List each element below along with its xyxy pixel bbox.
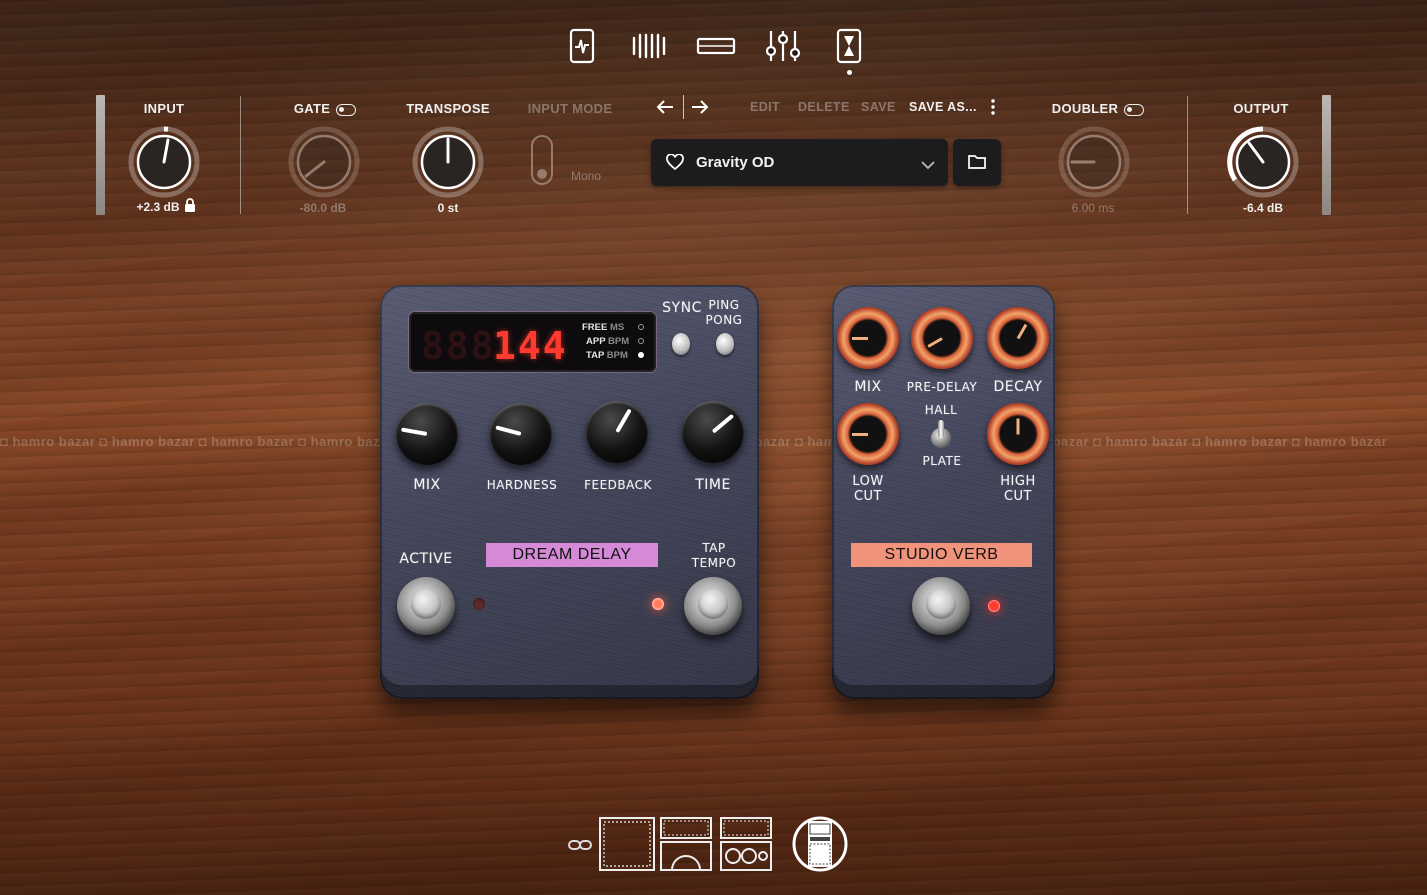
combo-amp-icon[interactable]: [599, 817, 655, 876]
preset-folder-button[interactable]: [953, 139, 1001, 186]
display-digits: 144: [493, 324, 568, 368]
divider: [1187, 96, 1188, 214]
input-mode-label: INPUT MODE: [527, 101, 613, 116]
output-level-meter: [1322, 95, 1331, 215]
verb-low-cut-knob[interactable]: [837, 403, 899, 465]
verb-led: [988, 600, 1000, 612]
verb-pre-delay-knob[interactable]: [911, 307, 973, 369]
gate-value: -80.0 dB: [299, 201, 347, 215]
folder-icon: [968, 154, 986, 174]
verb-pre-delay-label: PRE-DELAY: [906, 380, 978, 394]
transpose-label: TRANSPOSE: [406, 101, 490, 116]
output-knob[interactable]: [1227, 126, 1299, 198]
selected-rig-icon[interactable]: [791, 815, 849, 878]
gate-knob[interactable]: [288, 126, 360, 198]
effects-tab-icon[interactable]: [829, 26, 869, 66]
doubler-knob[interactable]: [1058, 126, 1130, 198]
dream-delay-name-strip: DREAM DELAY: [486, 543, 658, 567]
display-ghost-digits: 888: [421, 324, 496, 368]
mixer-tab-icon[interactable]: [763, 26, 803, 66]
output-label: OUTPUT: [1233, 101, 1289, 116]
gate-toggle[interactable]: [336, 103, 357, 116]
tap-tempo-label: TAP TEMPO: [691, 541, 737, 570]
input-label: INPUT: [143, 101, 185, 116]
studio-verb-name-strip: STUDIO VERB: [851, 543, 1032, 567]
pedal-tab-icon[interactable]: [562, 26, 602, 66]
hall-label: HALL: [924, 403, 958, 417]
low-cut-label: LOW CUT: [852, 474, 884, 504]
prev-preset-icon[interactable]: [655, 98, 675, 121]
lock-icon[interactable]: [184, 198, 196, 217]
favorite-heart-icon[interactable]: [666, 153, 684, 175]
plate-label: PLATE: [922, 454, 962, 468]
active-label: ACTIVE: [399, 551, 453, 567]
nav-divider: [683, 95, 684, 119]
ping-pong-switch[interactable]: [716, 333, 734, 355]
delete-button[interactable]: DELETE: [798, 100, 850, 114]
link-icon[interactable]: [568, 838, 592, 857]
output-value: -6.4 dB: [1242, 201, 1283, 215]
verb-high-cut-knob[interactable]: [987, 403, 1049, 465]
delay-hardness-label: HARDNESS: [486, 478, 558, 492]
edit-button[interactable]: EDIT: [750, 100, 780, 114]
active-tab-indicator: [847, 70, 852, 75]
delay-mix-knob[interactable]: [396, 403, 458, 465]
doubler-toggle[interactable]: [1124, 103, 1145, 116]
sync-switch[interactable]: [672, 333, 690, 355]
tap-tempo-led: [652, 598, 664, 610]
ping-pong-label: PING PONG: [705, 298, 743, 327]
verb-mix-label: MIX: [854, 379, 882, 395]
mode-app-dot: [638, 338, 644, 344]
tap-tempo-footswitch[interactable]: [684, 577, 742, 635]
doubler-label: DOUBLER: [1043, 101, 1153, 116]
verb-decay-label: DECAY: [993, 379, 1043, 395]
active-footswitch[interactable]: [397, 577, 455, 635]
active-led: [473, 598, 485, 610]
cabinet-tab-icon[interactable]: [696, 26, 736, 66]
gate-label: GATE: [280, 101, 370, 116]
delay-mix-label: MIX: [413, 477, 441, 493]
doubler-value: 6.00 ms: [1071, 201, 1115, 215]
verb-mix-knob[interactable]: [837, 307, 899, 369]
input-mode-value: Mono: [570, 169, 602, 183]
mode-tap-dot: [638, 352, 644, 358]
input-mode-switch[interactable]: [531, 135, 553, 185]
delay-feedback-knob[interactable]: [586, 401, 648, 463]
transpose-knob[interactable]: [412, 126, 484, 198]
next-preset-icon[interactable]: [690, 98, 710, 121]
more-menu-icon[interactable]: [991, 99, 995, 120]
preset-name: Gravity OD: [696, 154, 775, 171]
input-level-meter: [96, 95, 105, 215]
sync-label: SYNC: [662, 300, 702, 316]
save-button[interactable]: SAVE: [861, 100, 896, 114]
preset-selector[interactable]: Gravity OD: [651, 139, 948, 186]
high-cut-label: HIGH CUT: [1000, 474, 1036, 504]
mode-free-dot: [638, 324, 644, 330]
delay-feedback-label: FEEDBACK: [584, 478, 652, 492]
divider: [240, 96, 241, 214]
amp-stack-icon[interactable]: [718, 817, 774, 876]
delay-time-knob[interactable]: [682, 401, 744, 463]
amp-head-icon[interactable]: [660, 817, 712, 876]
amp-tab-icon[interactable]: [629, 26, 669, 66]
delay-time-label: TIME: [695, 477, 731, 493]
mode-tap[interactable]: TAP BPM: [586, 350, 628, 361]
save-as-button[interactable]: SAVE AS...: [909, 100, 977, 114]
mode-app[interactable]: APP BPM: [586, 336, 629, 347]
delay-hardness-knob[interactable]: [490, 403, 552, 465]
delay-tempo-display: 888 144 FREE MS APP BPM TAP BPM: [409, 312, 656, 372]
chevron-down-icon[interactable]: [921, 157, 935, 175]
input-knob[interactable]: [128, 126, 200, 198]
verb-decay-knob[interactable]: [987, 307, 1049, 369]
mode-free[interactable]: FREE MS: [582, 322, 624, 333]
hall-plate-switch[interactable]: [929, 420, 953, 452]
verb-footswitch[interactable]: [912, 577, 970, 635]
transpose-value: 0 st: [437, 201, 459, 215]
